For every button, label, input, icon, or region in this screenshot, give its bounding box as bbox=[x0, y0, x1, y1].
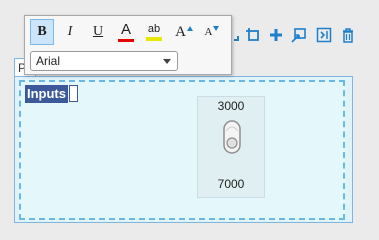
font-color-label: A bbox=[120, 20, 131, 38]
underline-label: U bbox=[92, 24, 104, 39]
font-color-button[interactable]: A bbox=[114, 19, 138, 45]
trash-icon[interactable] bbox=[339, 26, 357, 44]
highlight-button[interactable]: ab bbox=[142, 19, 166, 45]
toggle-switch-icon[interactable] bbox=[222, 119, 242, 155]
italic-button[interactable]: I bbox=[58, 19, 82, 45]
shrink-font-button[interactable]: A bbox=[200, 19, 224, 45]
italic-label: I bbox=[67, 24, 73, 39]
underline-button[interactable]: U bbox=[86, 19, 110, 45]
switch-top-value: 3000 bbox=[217, 99, 245, 113]
font-family-select[interactable]: Arial bbox=[30, 51, 178, 71]
popout-icon[interactable] bbox=[290, 26, 308, 44]
shrink-font-label: A bbox=[204, 26, 213, 38]
down-arrow-icon bbox=[213, 25, 220, 31]
resize-frame-icon[interactable] bbox=[244, 26, 262, 44]
highlight-label: ab bbox=[147, 23, 161, 35]
switch-bottom-value: 7000 bbox=[217, 177, 245, 191]
font-family-value: Arial bbox=[36, 54, 61, 68]
text-cursor bbox=[69, 85, 78, 102]
panel-arrow-icon[interactable] bbox=[315, 26, 333, 44]
selected-text-label[interactable]: Inputs bbox=[25, 85, 68, 103]
switch-widget[interactable]: 3000 7000 bbox=[197, 96, 265, 198]
highlight-bar bbox=[146, 37, 162, 41]
bold-label: B bbox=[37, 24, 47, 39]
bold-button[interactable]: B bbox=[30, 19, 54, 45]
up-arrow-icon bbox=[186, 25, 193, 31]
text-format-popup: B I U A ab A A Arial bbox=[24, 15, 232, 75]
grow-font-label: A bbox=[175, 23, 186, 40]
font-color-bar bbox=[118, 38, 134, 42]
component-toolbar bbox=[222, 24, 362, 46]
chevron-down-icon bbox=[163, 59, 171, 64]
add-icon[interactable] bbox=[267, 26, 285, 44]
grow-font-button[interactable]: A bbox=[172, 19, 196, 45]
